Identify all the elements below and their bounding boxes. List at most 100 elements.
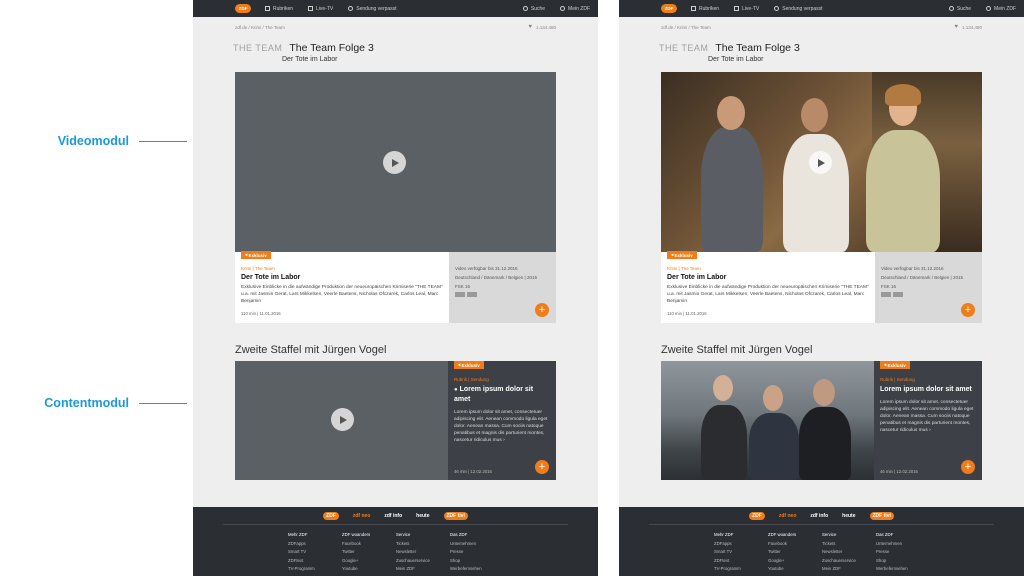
zdf-logo[interactable]: ZDF <box>235 4 251 13</box>
footer-link[interactable]: Presse <box>876 548 930 557</box>
footer-link[interactable]: Youtube <box>768 565 822 574</box>
footer-link[interactable]: Twitter <box>768 548 822 557</box>
zdf-logo[interactable]: ZDF <box>661 4 677 13</box>
brand-zdfinfo[interactable]: zdf info <box>810 513 828 519</box>
section-title: Zweite Staffel mit Jürgen Vogel <box>235 344 387 356</box>
footer: ZDF zdf neo zdf info heute ZDF tivi Mehr… <box>619 507 1024 576</box>
footer-heading: Das ZDF <box>450 532 468 537</box>
play-button[interactable] <box>331 408 354 431</box>
footer-link[interactable]: ZDFapps <box>714 540 768 549</box>
nav-label: Sendung verpasst <box>782 5 823 12</box>
countries: Deutschland / Dänemark / Belgien | 2015 <box>881 275 963 280</box>
heart-icon[interactable]: ♥ <box>528 24 532 30</box>
nav-search[interactable]: Suche <box>948 6 971 12</box>
footer-link[interactable]: Shop <box>450 557 504 566</box>
footer-link[interactable]: Newsletter <box>822 548 876 557</box>
annotation-line <box>139 402 187 404</box>
breadcrumb[interactable]: zdf.de / Krimi / The Team <box>661 25 711 30</box>
nav-livetv[interactable]: Live-TV <box>734 6 759 12</box>
title-row: THE TEAM The Team Folge 3 <box>193 42 598 54</box>
footer-link[interactable]: Unternehmen <box>876 540 930 549</box>
footer-link[interactable]: Shop <box>876 557 930 566</box>
footer-column: Das ZDF Unternehmen Presse Shop Werbefer… <box>450 531 504 574</box>
nav-rubriken[interactable]: Rubriken <box>691 6 719 12</box>
footer-link[interactable]: Werbefernsehen <box>450 565 504 574</box>
footer-link[interactable]: Zuschauerservice <box>822 557 876 566</box>
footer-link[interactable]: TV-Programm <box>288 565 342 574</box>
brand-zdf[interactable]: ZDF <box>323 511 339 520</box>
footer-link[interactable]: Google+ <box>342 557 396 566</box>
brand-zdftivi[interactable]: ZDF tivi <box>443 511 468 520</box>
heart-icon[interactable]: ♥ <box>954 24 958 30</box>
footer-link[interactable]: ZDFtext <box>714 557 768 566</box>
add-button[interactable]: + <box>961 460 975 474</box>
brand-heute[interactable]: heute <box>416 513 429 519</box>
countries: Deutschland / Dänemark / Belgien | 2015 <box>455 275 537 280</box>
content-media-placeholder[interactable] <box>235 361 448 480</box>
footer-link[interactable]: Mein ZDF <box>822 565 876 574</box>
footer-link[interactable]: Google+ <box>768 557 822 566</box>
annotation-videomodul: Videomodul <box>0 134 193 148</box>
play-button[interactable] <box>383 151 406 174</box>
nav-label: Rubriken <box>273 5 294 12</box>
footer-link[interactable]: Youtube <box>342 565 396 574</box>
clock-icon <box>774 6 780 11</box>
footer-columns: Mehr ZDF ZDFapps Smart TV ZDFtext TV-Pro… <box>619 525 1024 574</box>
footer-link[interactable]: ZDFtext <box>288 557 342 566</box>
content-title[interactable]: ● Lorem ipsum dolor sit amet <box>454 385 550 404</box>
video-player-placeholder[interactable] <box>235 72 556 252</box>
brand-zdfneo[interactable]: zdf neo <box>353 513 371 519</box>
nav-rubriken[interactable]: Rubriken <box>265 6 293 12</box>
brand-heute[interactable]: heute <box>842 513 855 519</box>
format-tags <box>881 292 976 297</box>
nav-missed[interactable]: Sendung verpasst <box>348 6 397 12</box>
format-tag <box>467 292 477 297</box>
footer-link[interactable]: Smart TV <box>714 548 768 557</box>
nav-missed[interactable]: Sendung verpasst <box>774 5 823 12</box>
video-player[interactable] <box>661 72 982 252</box>
nav-search[interactable]: Suche <box>522 5 546 12</box>
user-icon <box>560 6 566 11</box>
footer-link[interactable]: ZDFapps <box>288 540 342 549</box>
breadcrumb[interactable]: zdf.de / Krimi / The Team <box>235 25 285 30</box>
availability: Video verfügbar bis 31.12.2016 <box>881 266 944 271</box>
nav-account[interactable]: Mein ZDF <box>986 6 1016 12</box>
content-meta: 46 min | 12.02.2016 <box>880 469 918 474</box>
nav-account[interactable]: Mein ZDF <box>560 6 590 12</box>
video-title[interactable]: Der Tote im Labor <box>667 274 869 281</box>
brand-zdfneo[interactable]: zdf neo <box>779 513 797 519</box>
brand-zdf[interactable]: ZDF <box>749 511 765 520</box>
person-image <box>799 407 851 480</box>
episode-subtitle: Der Tote im Labor <box>708 56 764 63</box>
footer-link[interactable]: Smart TV <box>288 548 342 557</box>
footer-link[interactable]: Tickets <box>396 540 450 549</box>
footer-link[interactable]: Zuschauerservice <box>396 557 450 566</box>
person-image <box>717 96 745 130</box>
show-brandmark: THE TEAM <box>659 43 709 53</box>
exclusive-badge: ◂ Exklusiv <box>454 361 484 369</box>
content-module: ◂ Exklusiv Rubrik | Sendung Lorem ipsum … <box>661 361 982 480</box>
brand-zdftivi[interactable]: ZDF tivi <box>869 511 894 520</box>
footer-link[interactable]: Twitter <box>342 548 396 557</box>
footer-link[interactable]: Unternehmen <box>450 540 504 549</box>
footer-link[interactable]: Mein ZDF <box>396 565 450 574</box>
video-title[interactable]: Der Tote im Labor <box>241 274 443 281</box>
add-button[interactable]: + <box>535 460 549 474</box>
tv-icon <box>308 6 314 11</box>
footer-link[interactable]: Presse <box>450 548 504 557</box>
nav-label: Suche <box>530 5 546 12</box>
footer-link[interactable]: Facebook <box>342 540 396 549</box>
content-title[interactable]: Lorem ipsum dolor sit amet <box>880 385 976 394</box>
footer-link[interactable]: Werbefernsehen <box>876 565 930 574</box>
nav-livetv[interactable]: Live-TV <box>308 6 333 12</box>
add-button[interactable]: + <box>535 303 549 317</box>
footer-link[interactable]: TV-Programm <box>714 565 768 574</box>
exclusive-badge: ◂ Exklusiv <box>667 251 697 259</box>
brand-zdfinfo[interactable]: zdf info <box>384 513 402 519</box>
content-media-image[interactable] <box>661 361 874 480</box>
footer-link[interactable]: Tickets <box>822 540 876 549</box>
play-button[interactable] <box>809 151 832 174</box>
footer-link[interactable]: Newsletter <box>396 548 450 557</box>
add-button[interactable]: + <box>961 303 975 317</box>
footer-link[interactable]: Facebook <box>768 540 822 549</box>
